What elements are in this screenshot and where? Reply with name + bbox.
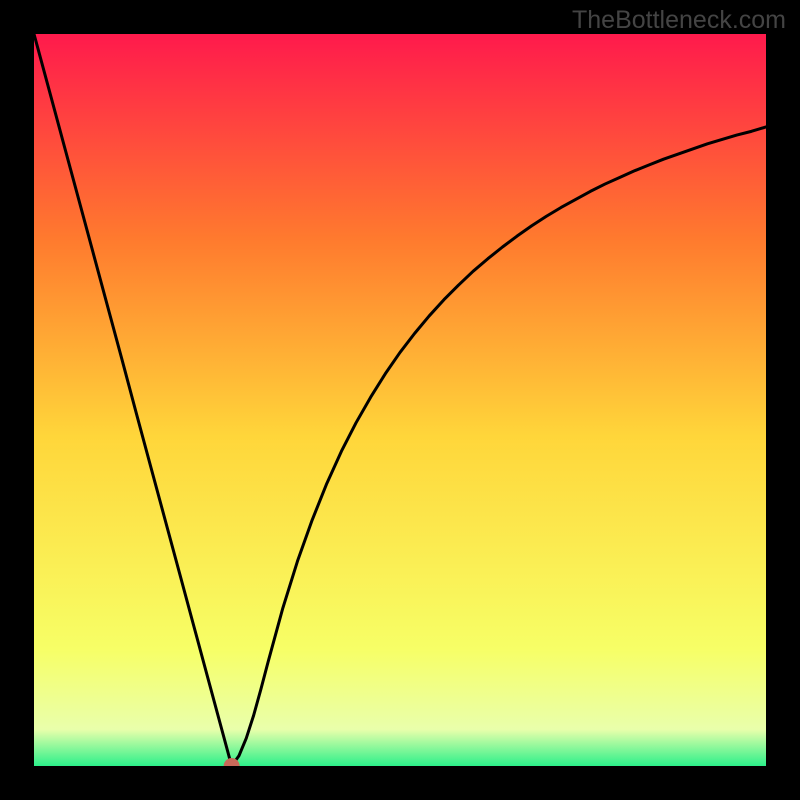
watermark-text: TheBottleneck.com — [572, 6, 786, 35]
chart-plot — [34, 34, 766, 766]
chart-frame: TheBottleneck.com — [0, 0, 800, 800]
gradient-background — [34, 34, 766, 766]
